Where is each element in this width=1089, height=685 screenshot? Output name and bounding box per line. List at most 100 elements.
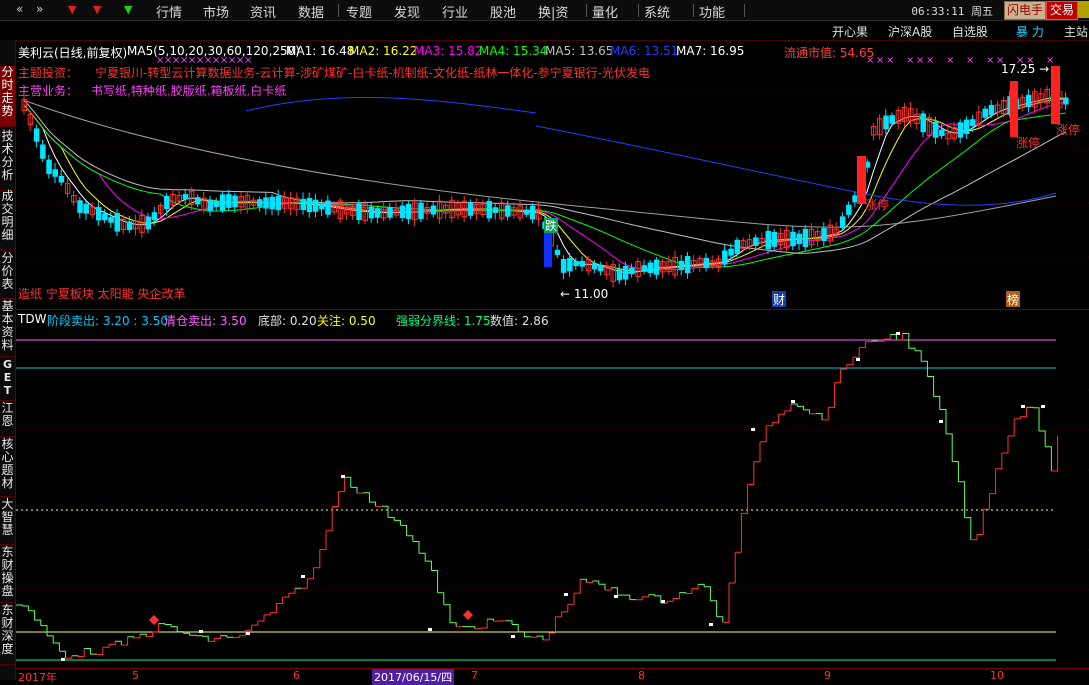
indicator-step bbox=[239, 630, 245, 636]
menu-item-industry[interactable]: 行业 bbox=[442, 2, 468, 21]
up-arrow-icon[interactable]: ▼ bbox=[68, 3, 76, 16]
menu-item-data[interactable]: 数据 bbox=[298, 2, 324, 21]
indicator-step bbox=[909, 348, 915, 351]
flash-trade-button[interactable]: 闪电手 bbox=[1004, 1, 1046, 20]
tab-eastmoney-trade[interactable]: 东财操盘 bbox=[0, 546, 15, 603]
indicator-step bbox=[301, 579, 307, 589]
indicator-step bbox=[450, 623, 456, 627]
indicator-step bbox=[822, 407, 828, 420]
tab-basic-info[interactable]: 基本资料 bbox=[0, 300, 15, 357]
indicator-step bbox=[159, 624, 165, 625]
limit-up-label-3: 涨停 bbox=[1056, 122, 1080, 137]
indicator-step bbox=[611, 588, 617, 595]
candles: ××××××××××××××××××××××××× bbox=[22, 55, 1068, 287]
indicator-step bbox=[890, 335, 896, 340]
extra-button[interactable] bbox=[1078, 1, 1089, 18]
candle-body bbox=[270, 197, 275, 208]
candle-body bbox=[1026, 95, 1031, 106]
indicator-step bbox=[146, 632, 152, 637]
indicator-step bbox=[1033, 408, 1039, 431]
indicator-marker bbox=[751, 428, 755, 431]
tab-get[interactable]: GET bbox=[0, 358, 15, 401]
candle-body bbox=[574, 261, 579, 265]
indicator-step bbox=[568, 593, 574, 604]
indicator-step bbox=[109, 641, 115, 644]
signal-mark: × bbox=[946, 55, 954, 66]
menu-item-swap[interactable]: 换|资 bbox=[538, 2, 568, 21]
indicator-step bbox=[865, 341, 871, 342]
indicator-step bbox=[388, 517, 394, 520]
candle-body bbox=[431, 206, 436, 214]
indicator-marker bbox=[709, 623, 713, 626]
indicator-step bbox=[115, 641, 121, 645]
indicator-step bbox=[171, 627, 177, 632]
indicator-marker bbox=[341, 475, 345, 478]
menu-item-stock-pool[interactable]: 股池 bbox=[490, 2, 516, 21]
indicator-step bbox=[518, 632, 524, 637]
indicator-step bbox=[425, 561, 431, 570]
menu-item-news[interactable]: 资讯 bbox=[250, 2, 276, 21]
menu-item-functions[interactable]: 功能 bbox=[699, 2, 725, 21]
candle-body bbox=[320, 204, 325, 209]
indicator-step bbox=[196, 636, 202, 637]
sub-item-kaixinguo[interactable]: 开心果 bbox=[832, 23, 868, 40]
indicator-marker bbox=[939, 420, 943, 423]
indicator-step bbox=[1008, 419, 1014, 436]
candle-body bbox=[214, 202, 219, 207]
tab-trade-detail[interactable]: 成交明细 bbox=[0, 190, 15, 251]
sub-item-hushen-a[interactable]: 沪深A股 bbox=[888, 23, 932, 40]
candle-body bbox=[375, 209, 380, 218]
tab-eastmoney-depth[interactable]: 东财深度 bbox=[0, 604, 15, 665]
tab-technical[interactable]: 技术分析 bbox=[0, 130, 15, 191]
indicator-step bbox=[165, 625, 171, 627]
indicator-step bbox=[481, 619, 487, 628]
candle-body bbox=[568, 259, 573, 271]
indicator-step bbox=[128, 637, 134, 638]
candle-body bbox=[276, 196, 281, 209]
candle-body bbox=[1051, 66, 1060, 124]
indicator-step bbox=[252, 621, 258, 625]
indicator-step bbox=[1002, 436, 1008, 453]
tab-dazhihui[interactable]: 大智慧 bbox=[0, 498, 15, 545]
candle-body bbox=[530, 206, 535, 219]
indicator-step bbox=[946, 434, 952, 462]
sub-item-watchlist[interactable]: 自选股 bbox=[952, 23, 988, 40]
indicator-step bbox=[648, 595, 654, 596]
menu-item-quotes[interactable]: 行情 bbox=[156, 2, 182, 21]
candle-body bbox=[146, 217, 151, 229]
indicator-marker bbox=[614, 595, 618, 598]
down-arrow-red-icon[interactable]: ▼ bbox=[93, 3, 101, 16]
indicator-step bbox=[599, 584, 605, 590]
down-arrow-green-icon[interactable]: ▼ bbox=[124, 3, 132, 16]
indicator-step bbox=[214, 636, 220, 639]
sub-item-baoli[interactable]: 暴 力 bbox=[1016, 23, 1044, 40]
indicator-step bbox=[580, 579, 586, 582]
indicator-step bbox=[283, 593, 289, 597]
sub-item-main-site[interactable]: 主站 bbox=[1064, 23, 1088, 40]
menu-item-discover[interactable]: 发现 bbox=[394, 2, 420, 21]
tab-core-theme[interactable]: 核心题材 bbox=[0, 438, 15, 497]
tab-price-table[interactable]: 分价表 bbox=[0, 252, 15, 299]
indicator-step bbox=[22, 606, 28, 611]
indicator-step bbox=[698, 584, 704, 586]
candlestick-chart[interactable]: ××××××××××××××××××××××××× 跌 财 榜 ← 11.00 … bbox=[16, 41, 1089, 309]
back-icon[interactable]: « bbox=[16, 2, 23, 16]
tdw-indicator-chart[interactable] bbox=[16, 309, 1089, 669]
candle-body bbox=[884, 116, 889, 129]
trade-button[interactable]: 交易 bbox=[1046, 1, 1078, 20]
menu-item-topics[interactable]: 专题 bbox=[346, 2, 372, 21]
indicator-diamond bbox=[463, 610, 473, 620]
indicator-step bbox=[735, 513, 741, 552]
indicator-step bbox=[624, 595, 630, 600]
x-label-5: 5 bbox=[132, 669, 139, 682]
indicator-step bbox=[72, 656, 78, 657]
menu-item-system[interactable]: 系统 bbox=[644, 2, 670, 21]
tab-intraday[interactable]: 分时走势 bbox=[0, 66, 15, 127]
indicator-step bbox=[208, 638, 214, 641]
forward-icon[interactable]: » bbox=[36, 2, 43, 16]
menu-item-quant[interactable]: 量化 bbox=[592, 2, 618, 21]
menu-item-market[interactable]: 市场 bbox=[203, 2, 229, 21]
tab-gann[interactable]: 江恩 bbox=[0, 402, 15, 437]
indicator-marker bbox=[199, 630, 203, 633]
indicator-marker bbox=[428, 628, 432, 631]
